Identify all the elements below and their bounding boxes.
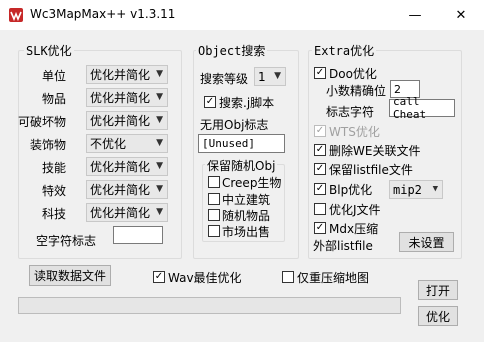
slk-unit-select[interactable]: 优化并简化 ▼ bbox=[86, 65, 168, 84]
wts-checkbox: ✓ bbox=[314, 125, 326, 137]
app-icon bbox=[8, 7, 24, 23]
chevron-down-icon: ▼ bbox=[156, 161, 163, 171]
blp-mode-value: mip2 bbox=[393, 182, 422, 197]
slk-row-label: 单位 bbox=[41, 69, 66, 83]
slk-upgrade-value: 优化并简化 bbox=[90, 206, 151, 220]
keep-random-label: 保留随机Obj bbox=[205, 157, 278, 174]
wts-label: WTS优化 bbox=[329, 125, 380, 139]
chevron-down-icon: ▼ bbox=[156, 207, 163, 217]
keep-listfile-checkbox[interactable]: ✓ bbox=[314, 163, 326, 175]
progress-bar bbox=[18, 297, 401, 314]
decimal-label: 小数精确位 bbox=[326, 84, 387, 98]
slk-row-label: 装饰物 bbox=[29, 138, 66, 152]
marker-label: 标志字符 bbox=[326, 105, 375, 119]
slk-item-select[interactable]: 优化并简化 ▼ bbox=[86, 88, 168, 107]
keep-market-checkbox[interactable] bbox=[208, 225, 220, 237]
external-listfile-label: 外部listfile bbox=[313, 239, 373, 253]
search-j-label: 搜索.j脚本 bbox=[219, 96, 275, 110]
slk-item-value: 优化并简化 bbox=[90, 91, 151, 105]
mdx-checkbox[interactable]: ✓ bbox=[314, 222, 326, 234]
slk-row-label: 可破坏物 bbox=[17, 115, 66, 129]
wts-check-mark: ✓ bbox=[315, 125, 325, 136]
mdx-label: Mdx压缩 bbox=[329, 222, 379, 236]
slk-group-label: SLK优化 bbox=[24, 42, 74, 59]
unused-obj-input[interactable]: [Unused] bbox=[198, 134, 285, 153]
slk-row-label: 科技 bbox=[41, 207, 66, 221]
slk-destructable-value: 优化并简化 bbox=[90, 114, 151, 128]
keep-neutral-checkbox[interactable] bbox=[208, 193, 220, 205]
search-level-select[interactable]: 1 ▼ bbox=[254, 67, 286, 86]
blp-label: Blp优化 bbox=[329, 183, 373, 197]
keep-neutral-label: 中立建筑 bbox=[222, 193, 271, 207]
slk-upgrade-select[interactable]: 优化并简化 ▼ bbox=[86, 203, 168, 222]
keep-market-label: 市场出售 bbox=[222, 225, 271, 239]
slk-doodad-select[interactable]: 不优化 ▼ bbox=[86, 134, 168, 153]
blp-checkbox[interactable]: ✓ bbox=[314, 183, 326, 195]
wav-label: Wav最佳优化 bbox=[168, 271, 242, 285]
read-data-button[interactable]: 读取数据文件 bbox=[29, 265, 111, 286]
chevron-down-icon: ▼ bbox=[156, 92, 163, 102]
slk-ability-select[interactable]: 优化并简化 ▼ bbox=[86, 157, 168, 176]
doo-label: Doo优化 bbox=[329, 67, 377, 81]
chevron-down-icon: ▼ bbox=[432, 184, 438, 194]
close-button[interactable]: ✕ bbox=[438, 0, 484, 30]
chevron-down-icon: ▼ bbox=[156, 138, 163, 148]
window-title: Wc3MapMax++ v1.3.11 bbox=[30, 7, 176, 21]
slk-destructable-select[interactable]: 优化并简化 ▼ bbox=[86, 111, 168, 130]
slk-row-label: 技能 bbox=[41, 161, 66, 175]
delete-we-label: 删除WE关联文件 bbox=[329, 144, 421, 158]
extra-group-label: Extra优化 bbox=[312, 42, 377, 59]
slk-effect-value: 优化并简化 bbox=[90, 183, 151, 197]
chevron-down-icon: ▼ bbox=[156, 184, 163, 194]
search-level-value: 1 bbox=[258, 69, 266, 84]
keep-random-item-label: 随机物品 bbox=[222, 209, 271, 223]
optimize-button[interactable]: 优化 bbox=[418, 306, 458, 326]
empty-char-label: 空字符标志 bbox=[36, 234, 97, 248]
not-set-button[interactable]: 未设置 bbox=[399, 232, 454, 252]
search-j-checkbox[interactable]: ✓ bbox=[204, 96, 216, 108]
wav-checkbox[interactable]: ✓ bbox=[153, 271, 165, 283]
open-button[interactable]: 打开 bbox=[418, 280, 458, 300]
keep-listfile-label: 保留listfile文件 bbox=[329, 163, 413, 177]
slk-ability-value: 优化并简化 bbox=[90, 160, 151, 174]
chevron-down-icon: ▼ bbox=[156, 69, 163, 79]
search-level-label: 搜索等级 bbox=[200, 72, 249, 86]
recompress-label: 仅重压缩地图 bbox=[297, 271, 370, 285]
delete-we-checkbox[interactable]: ✓ bbox=[314, 144, 326, 156]
minimize-button[interactable]: — bbox=[392, 0, 438, 30]
empty-char-input[interactable] bbox=[113, 226, 163, 244]
slk-doodad-value: 不优化 bbox=[90, 137, 127, 151]
chevron-down-icon: ▼ bbox=[274, 71, 281, 81]
unused-obj-label: 无用Obj标志 bbox=[200, 118, 269, 132]
keep-creep-label: Creep生物 bbox=[222, 176, 282, 190]
blp-mode-select[interactable]: mip2 ▼ bbox=[389, 180, 443, 199]
slk-row-label: 特效 bbox=[41, 184, 66, 198]
object-group-label: Object搜索 bbox=[196, 42, 268, 59]
recompress-checkbox[interactable] bbox=[282, 271, 294, 283]
keep-random-item-checkbox[interactable] bbox=[208, 209, 220, 221]
optimize-j-checkbox[interactable] bbox=[314, 203, 326, 215]
optimize-j-label: 优化J文件 bbox=[329, 203, 381, 217]
slk-effect-select[interactable]: 优化并简化 ▼ bbox=[86, 180, 168, 199]
keep-creep-checkbox[interactable] bbox=[208, 176, 220, 188]
doo-checkbox[interactable]: ✓ bbox=[314, 67, 326, 79]
slk-row-label: 物品 bbox=[41, 92, 66, 106]
chevron-down-icon: ▼ bbox=[156, 115, 163, 125]
marker-input[interactable]: call Cheat bbox=[389, 95, 455, 121]
slk-unit-value: 优化并简化 bbox=[90, 68, 151, 82]
